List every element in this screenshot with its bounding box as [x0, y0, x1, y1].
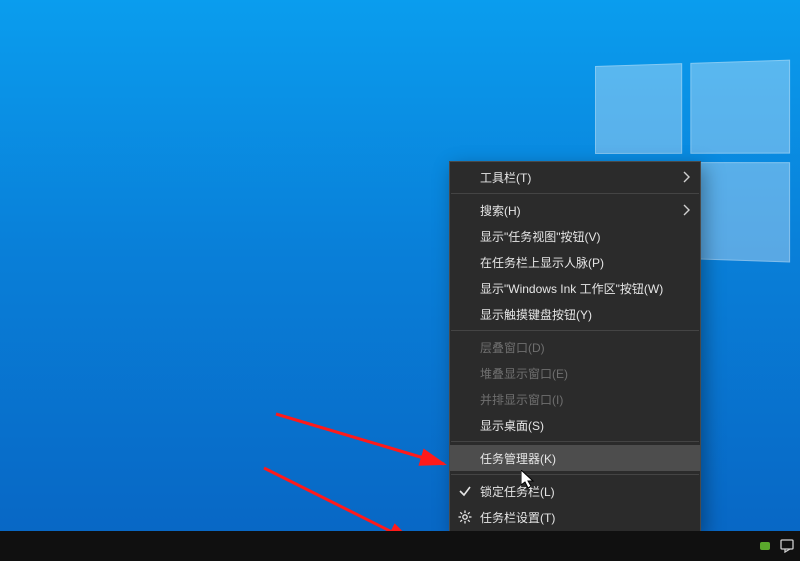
- menu-item[interactable]: 锁定任务栏(L): [450, 478, 700, 504]
- menu-item: 层叠窗口(D): [450, 334, 700, 360]
- menu-item-label: 在任务栏上显示人脉(P): [480, 254, 604, 271]
- action-center-icon[interactable]: [780, 539, 794, 553]
- menu-item-label: 显示桌面(S): [480, 417, 544, 434]
- menu-item[interactable]: 任务管理器(K): [450, 445, 700, 471]
- menu-item-label: 显示触摸键盘按钮(Y): [480, 306, 592, 323]
- menu-item-label: 堆叠显示窗口(E): [480, 365, 568, 382]
- taskbar[interactable]: [0, 531, 800, 561]
- desktop[interactable]: 工具栏(T) 搜索(H) 显示"任务视图"按钮(V) 在任务栏上显示人脉(P) 显示"W…: [0, 0, 800, 561]
- taskbar-context-menu: 工具栏(T) 搜索(H) 显示"任务视图"按钮(V) 在任务栏上显示人脉(P) 显示"W…: [449, 161, 701, 533]
- menu-item[interactable]: 任务栏设置(T): [450, 504, 700, 530]
- menu-item-label: 锁定任务栏(L): [480, 483, 555, 500]
- mouse-cursor-icon: [521, 470, 535, 490]
- chevron-right-icon: [682, 171, 690, 186]
- menu-item-label: 任务管理器(K): [480, 450, 556, 467]
- menu-item: 堆叠显示窗口(E): [450, 360, 700, 386]
- menu-item-label: 层叠窗口(D): [480, 339, 545, 356]
- menu-item[interactable]: 搜索(H): [450, 197, 700, 223]
- menu-item: 并排显示窗口(I): [450, 386, 700, 412]
- check-icon: [458, 484, 472, 501]
- menu-item-label: 任务栏设置(T): [480, 509, 555, 526]
- system-tray[interactable]: [760, 531, 794, 561]
- menu-item-label: 并排显示窗口(I): [480, 391, 563, 408]
- menu-separator: [451, 330, 699, 331]
- menu-item[interactable]: 显示"任务视图"按钮(V): [450, 223, 700, 249]
- chevron-right-icon: [682, 204, 690, 219]
- menu-separator: [451, 441, 699, 442]
- menu-item[interactable]: 显示触摸键盘按钮(Y): [450, 301, 700, 327]
- gear-icon: [458, 510, 472, 527]
- nvidia-indicator-icon[interactable]: [760, 542, 770, 550]
- menu-separator: [451, 193, 699, 194]
- menu-item[interactable]: 在任务栏上显示人脉(P): [450, 249, 700, 275]
- menu-item[interactable]: 显示"Windows Ink 工作区"按钮(W): [450, 275, 700, 301]
- menu-item-label: 搜索(H): [480, 202, 521, 219]
- menu-item[interactable]: 工具栏(T): [450, 164, 700, 190]
- menu-item-label: 显示"任务视图"按钮(V): [480, 228, 601, 245]
- menu-item-label: 工具栏(T): [480, 169, 531, 186]
- menu-item-label: 显示"Windows Ink 工作区"按钮(W): [480, 280, 663, 297]
- menu-separator: [451, 474, 699, 475]
- menu-item[interactable]: 显示桌面(S): [450, 412, 700, 438]
